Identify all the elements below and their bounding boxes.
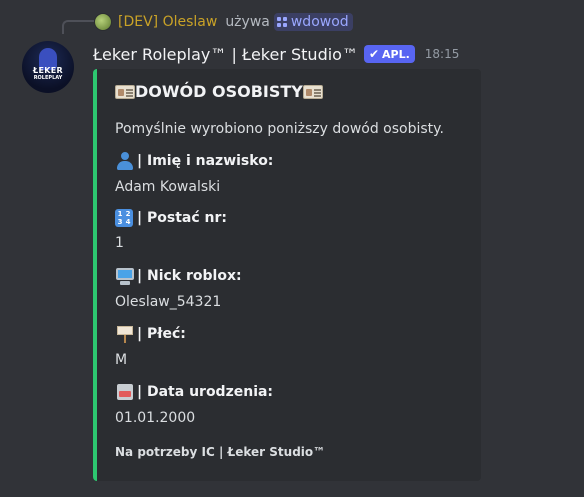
id-card-icon xyxy=(115,84,135,99)
embed-footer: Na potrzeby IC | Łeker Studio™ xyxy=(115,445,326,459)
embed-title-text: DOWÓD OSOBISTY xyxy=(135,82,303,101)
avatar-logo-line2: ROLEPLAY xyxy=(33,75,63,81)
field-value: 01.01.2000 xyxy=(115,410,196,426)
computer-icon xyxy=(115,266,135,286)
field-value: Adam Kowalski xyxy=(115,179,221,195)
app-badge-label: APL. xyxy=(382,47,410,61)
person-icon xyxy=(115,151,135,171)
embed-field-name: | Imię i nazwisko: Adam Kowalski xyxy=(115,151,273,195)
app-badge: ✔ APL. xyxy=(363,45,415,63)
reply-connector xyxy=(62,20,94,34)
field-label: | Nick roblox: xyxy=(137,268,242,284)
avatar-logo-line1: ŁEKER xyxy=(33,66,63,75)
command-name: wdowod xyxy=(290,14,349,30)
embed-field-roblox-nick: | Nick roblox: Oleslaw_54321 xyxy=(115,266,242,310)
field-value: 1 xyxy=(115,235,124,251)
field-label: | Postać nr: xyxy=(137,210,227,226)
reply-uses-text: używa xyxy=(225,14,270,30)
field-value: Oleslaw_54321 xyxy=(115,294,222,310)
embed-card: DOWÓD OSOBISTY Pomyślnie wyrobiono poniż… xyxy=(93,69,481,481)
checkmark-icon: ✔ xyxy=(368,47,380,61)
embed-title: DOWÓD OSOBISTY xyxy=(115,82,323,101)
numbers-icon: 1234 xyxy=(115,209,133,227)
reply-username[interactable]: [DEV] Oleslaw xyxy=(118,14,217,30)
field-label: | Imię i nazwisko: xyxy=(137,153,274,169)
id-card-icon xyxy=(302,84,323,99)
embed-field-character-number: 1234 | Postać nr: 1 xyxy=(115,209,227,251)
embed-field-birth-date: | Data urodzenia: 01.01.2000 xyxy=(115,382,273,426)
message-header: Łeker Roleplay™ | Łeker Studio™ ✔ APL. 1… xyxy=(93,43,459,65)
embed-description: Pomyślnie wyrobiono poniższy dowód osobi… xyxy=(115,121,444,137)
field-value: M xyxy=(115,352,128,368)
reply-reference[interactable]: [DEV] Oleslaw używa wdowod xyxy=(94,11,353,33)
message-timestamp[interactable]: 18:15 xyxy=(425,47,460,61)
command-icon xyxy=(276,17,287,27)
reply-avatar[interactable] xyxy=(94,13,112,31)
card-file-box-icon xyxy=(115,382,135,402)
placard-icon xyxy=(115,324,135,344)
bot-avatar[interactable]: ŁEKER ROLEPLAY xyxy=(22,41,74,93)
embed-field-gender: | Płeć: M xyxy=(115,324,186,368)
slash-command-mention[interactable]: wdowod xyxy=(273,13,353,31)
author-name[interactable]: Łeker Roleplay™ | Łeker Studio™ xyxy=(93,45,358,64)
field-label: | Płeć: xyxy=(137,326,186,342)
field-label: | Data urodzenia: xyxy=(137,384,274,400)
